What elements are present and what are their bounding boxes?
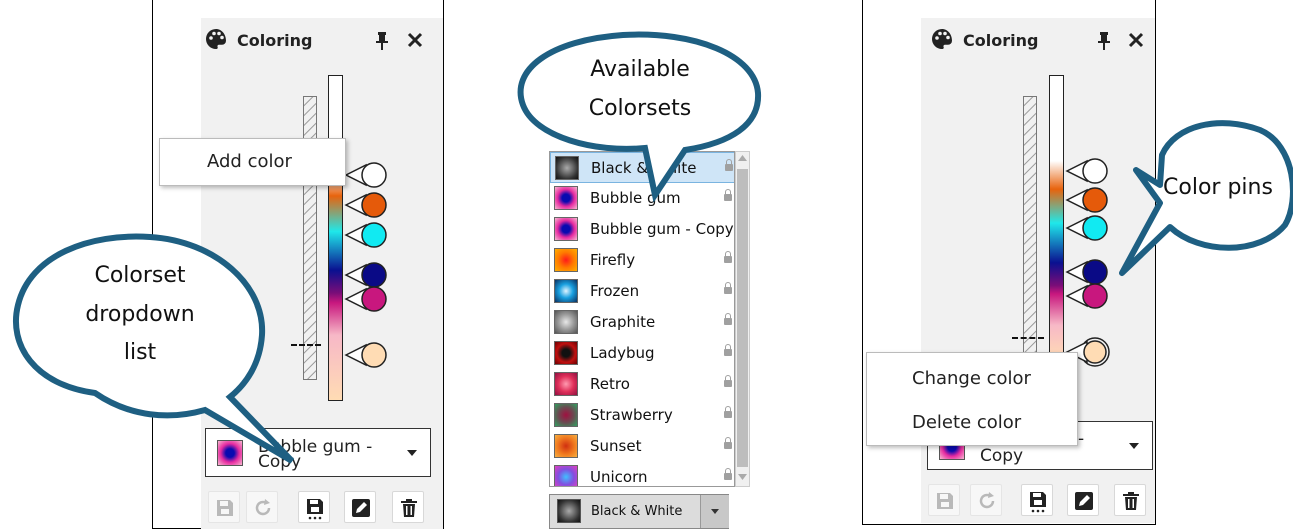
lock-icon [724,251,732,263]
callout-text-line2: Colorsets [588,96,692,121]
colorset-thumb [554,310,578,334]
context-menu: Change color Delete color [866,352,1078,446]
close-icon[interactable] [1128,32,1144,48]
palette-icon [932,29,952,49]
colorset-thumb [554,248,578,272]
list-item[interactable]: Sunset [550,431,734,462]
dropdown-label-line2: Copy [980,446,1024,466]
lock-icon [724,437,732,449]
colorset-thumb [554,217,578,241]
list-item-label: Retro [590,375,630,393]
list-item-label: Unicorn [590,468,648,486]
edit-button[interactable] [344,491,376,523]
dropdown-label-line1: - [1078,429,1085,449]
callout-text-line3: list [123,340,157,365]
list-item-label: Graphite [590,313,656,331]
reset-button[interactable] [970,484,1002,516]
colorset-thumb [554,341,578,365]
combobox-label: Black & White [591,504,683,519]
callout-text-line1: Colorset [94,263,186,288]
delete-button[interactable] [392,491,424,523]
callout-text-line2: dropdown [85,302,195,327]
list-item[interactable]: Bubble gum - Copy [550,214,734,245]
reset-button[interactable] [246,491,278,523]
list-item[interactable]: Graphite [550,307,734,338]
panel-title: Coloring [963,31,1039,50]
gradient-colorbar[interactable] [328,75,343,401]
list-item-label: Frozen [590,282,640,300]
chevron-down-icon [711,509,719,514]
close-icon[interactable] [407,32,423,48]
colorset-thumb [554,403,578,427]
list-item-label: Strawberry [590,406,673,424]
list-item[interactable]: Ladybug [550,338,734,369]
save-button[interactable] [208,491,240,523]
threshold-marker [1012,337,1044,339]
gradient-colorbar[interactable] [1049,75,1064,360]
pin-icon[interactable] [375,32,389,50]
colorset-thumb [554,372,578,396]
list-item[interactable]: Frozen [550,276,734,307]
colorset-thumb [554,465,578,486]
callout-bubble-color-pins [1119,120,1293,276]
lock-icon [724,468,732,480]
list-item-label: Sunset [590,437,642,455]
list-item-label: Bubble gum - Copy [590,220,734,238]
lock-icon [724,313,732,325]
combobox-button[interactable] [700,495,729,528]
colorset-thumb [554,434,578,458]
list-item[interactable]: Unicorn [550,462,734,486]
callout-text-line1: Available [590,57,690,82]
callout-text: Color pins [1163,175,1273,200]
pin-icon[interactable] [1097,32,1111,50]
lock-icon [724,375,732,387]
colorset-thumb [554,279,578,303]
color-pins[interactable] [344,158,392,378]
delete-button[interactable] [1114,484,1146,516]
list-item[interactable]: Retro [550,369,734,400]
list-item-label: Ladybug [590,344,655,362]
delete-color-menu-item[interactable]: Delete color [912,412,1077,433]
palette-icon [206,29,226,49]
list-item-label: Firefly [590,251,636,269]
save-as-button[interactable] [298,491,330,523]
colorset-combobox[interactable]: Black & White [549,494,729,529]
add-color-menu-item[interactable]: Add color [207,151,345,172]
panel-title: Coloring [237,31,313,50]
list-item[interactable]: Firefly [550,245,734,276]
lock-icon [724,282,732,294]
scrollbar-thumb[interactable] [737,169,748,467]
lock-icon [724,344,732,356]
lock-icon [724,406,732,418]
change-color-menu-item[interactable]: Change color [912,368,1077,389]
save-as-button[interactable] [1021,484,1053,516]
chevron-down-icon [1129,443,1139,449]
context-menu: Add color [159,138,346,186]
list-item[interactable]: Strawberry [550,400,734,431]
edit-button[interactable] [1067,484,1099,516]
scroll-down-icon[interactable] [738,474,747,480]
histogram-bar [1023,96,1037,356]
colorset-thumb [557,499,581,523]
save-button[interactable] [928,484,960,516]
chevron-down-icon [407,450,417,456]
